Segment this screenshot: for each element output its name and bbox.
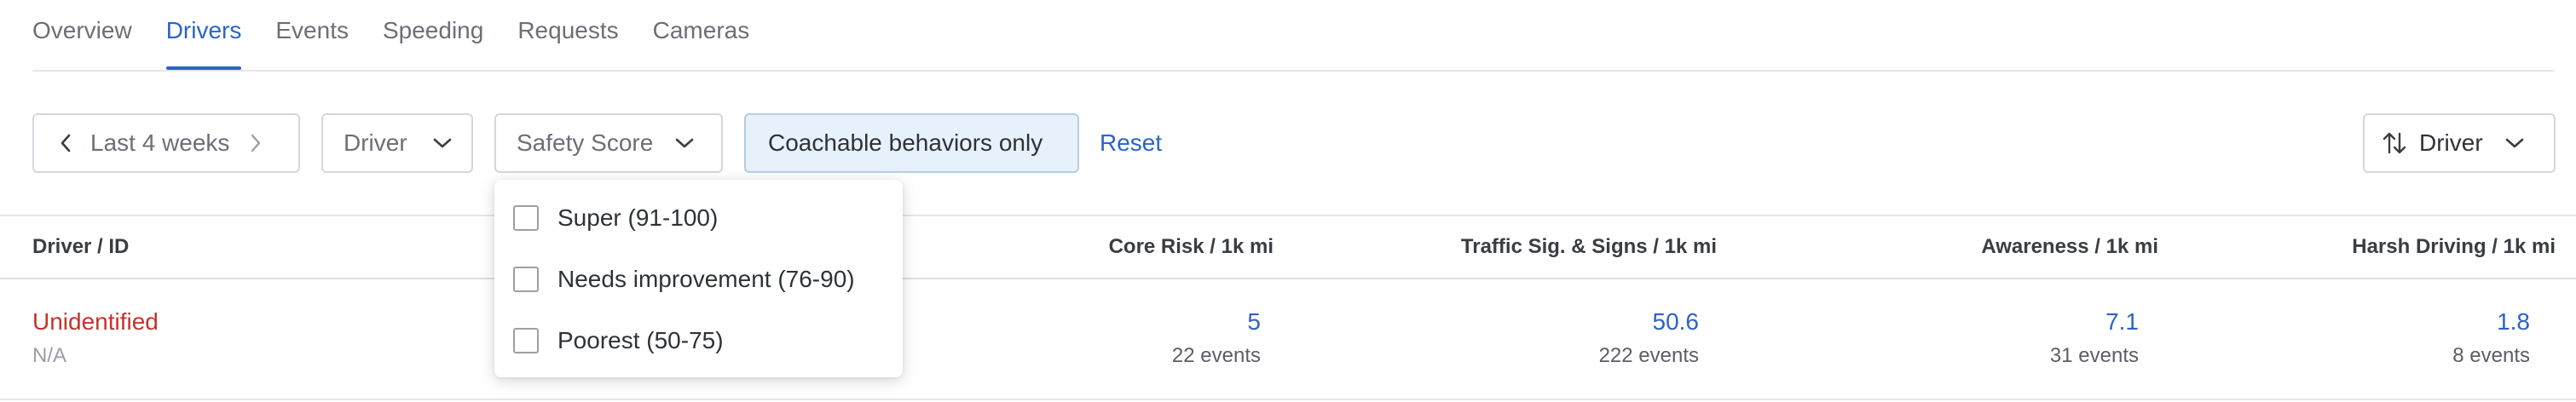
driver-filter-label: Driver [344, 129, 407, 156]
driver-id: N/A [32, 344, 67, 367]
tab-requests[interactable]: Requests [517, 0, 618, 70]
tab-events[interactable]: Events [275, 0, 349, 70]
chevron-down-icon [675, 137, 694, 149]
driver-filter[interactable]: Driver [321, 113, 473, 173]
safety-score-filter[interactable]: Safety Score [494, 113, 723, 173]
checkbox[interactable] [513, 328, 539, 353]
column-header-driver[interactable]: Driver / ID [32, 235, 129, 259]
table-header: Driver / ID Core Risk / 1k mi Traffic Si… [0, 216, 2576, 278]
reset-link[interactable]: Reset [1100, 129, 1162, 157]
core-risk-events: 22 events [1171, 344, 1261, 367]
safety-score-option-poorest[interactable]: Poorest (50-75) [513, 327, 724, 354]
safety-score-label: Safety Score [517, 129, 654, 156]
safety-score-option-super[interactable]: Super (91-100) [513, 204, 718, 232]
column-header-traffic-signs[interactable]: Traffic Sig. & Signs / 1k mi [1461, 235, 1717, 259]
table-row[interactable]: Unidentified N/A 5 22 events 50.6 222 ev… [0, 279, 2576, 399]
chevron-left-icon[interactable] [60, 134, 72, 152]
coachable-behaviors-toggle[interactable]: Coachable behaviors only [744, 113, 1079, 173]
safety-score-option-needs-improvement[interactable]: Needs improvement (76-90) [513, 266, 855, 293]
column-header-awareness[interactable]: Awareness / 1k mi [1981, 235, 2158, 259]
awareness-events: 31 events [2049, 344, 2139, 367]
date-range-filter[interactable]: Last 4 weeks [32, 113, 300, 173]
chevron-right-icon[interactable] [250, 134, 262, 152]
tab-bar: Overview Drivers Events Speeding Request… [32, 0, 783, 70]
chevron-down-icon [2505, 137, 2524, 149]
driver-name[interactable]: Unidentified [32, 308, 159, 336]
sort-label: Driver [2419, 129, 2483, 156]
option-label: Poorest (50-75) [557, 327, 724, 353]
tab-cameras[interactable]: Cameras [653, 0, 750, 70]
safety-score-dropdown: Super (91-100) Needs improvement (76-90)… [494, 180, 903, 377]
column-header-core-risk[interactable]: Core Risk / 1k mi [1109, 235, 1274, 259]
traffic-signs-value[interactable]: 50.6 [1653, 308, 1700, 336]
harsh-driving-events: 8 events [2452, 344, 2530, 367]
tab-divider [32, 70, 2554, 72]
column-header-harsh-driving[interactable]: Harsh Driving / 1k mi [2352, 235, 2556, 259]
option-label: Super (91-100) [557, 204, 719, 231]
awareness-value[interactable]: 7.1 [2105, 308, 2139, 336]
harsh-driving-value[interactable]: 1.8 [2497, 308, 2530, 336]
checkbox[interactable] [513, 205, 539, 231]
tab-overview[interactable]: Overview [32, 0, 132, 70]
date-range-label: Last 4 weeks [90, 129, 230, 156]
row-divider [0, 399, 2576, 400]
checkbox[interactable] [513, 267, 539, 292]
sort-icon [2382, 131, 2407, 155]
core-risk-value[interactable]: 5 [1247, 308, 1261, 336]
option-label: Needs improvement (76-90) [557, 266, 855, 292]
chevron-down-icon [433, 137, 452, 149]
sort-button[interactable]: Driver [2363, 113, 2556, 173]
tab-drivers[interactable]: Drivers [165, 0, 241, 70]
tab-speeding[interactable]: Speeding [383, 0, 483, 70]
coachable-label: Coachable behaviors only [768, 129, 1043, 156]
traffic-signs-events: 222 events [1598, 344, 1699, 367]
